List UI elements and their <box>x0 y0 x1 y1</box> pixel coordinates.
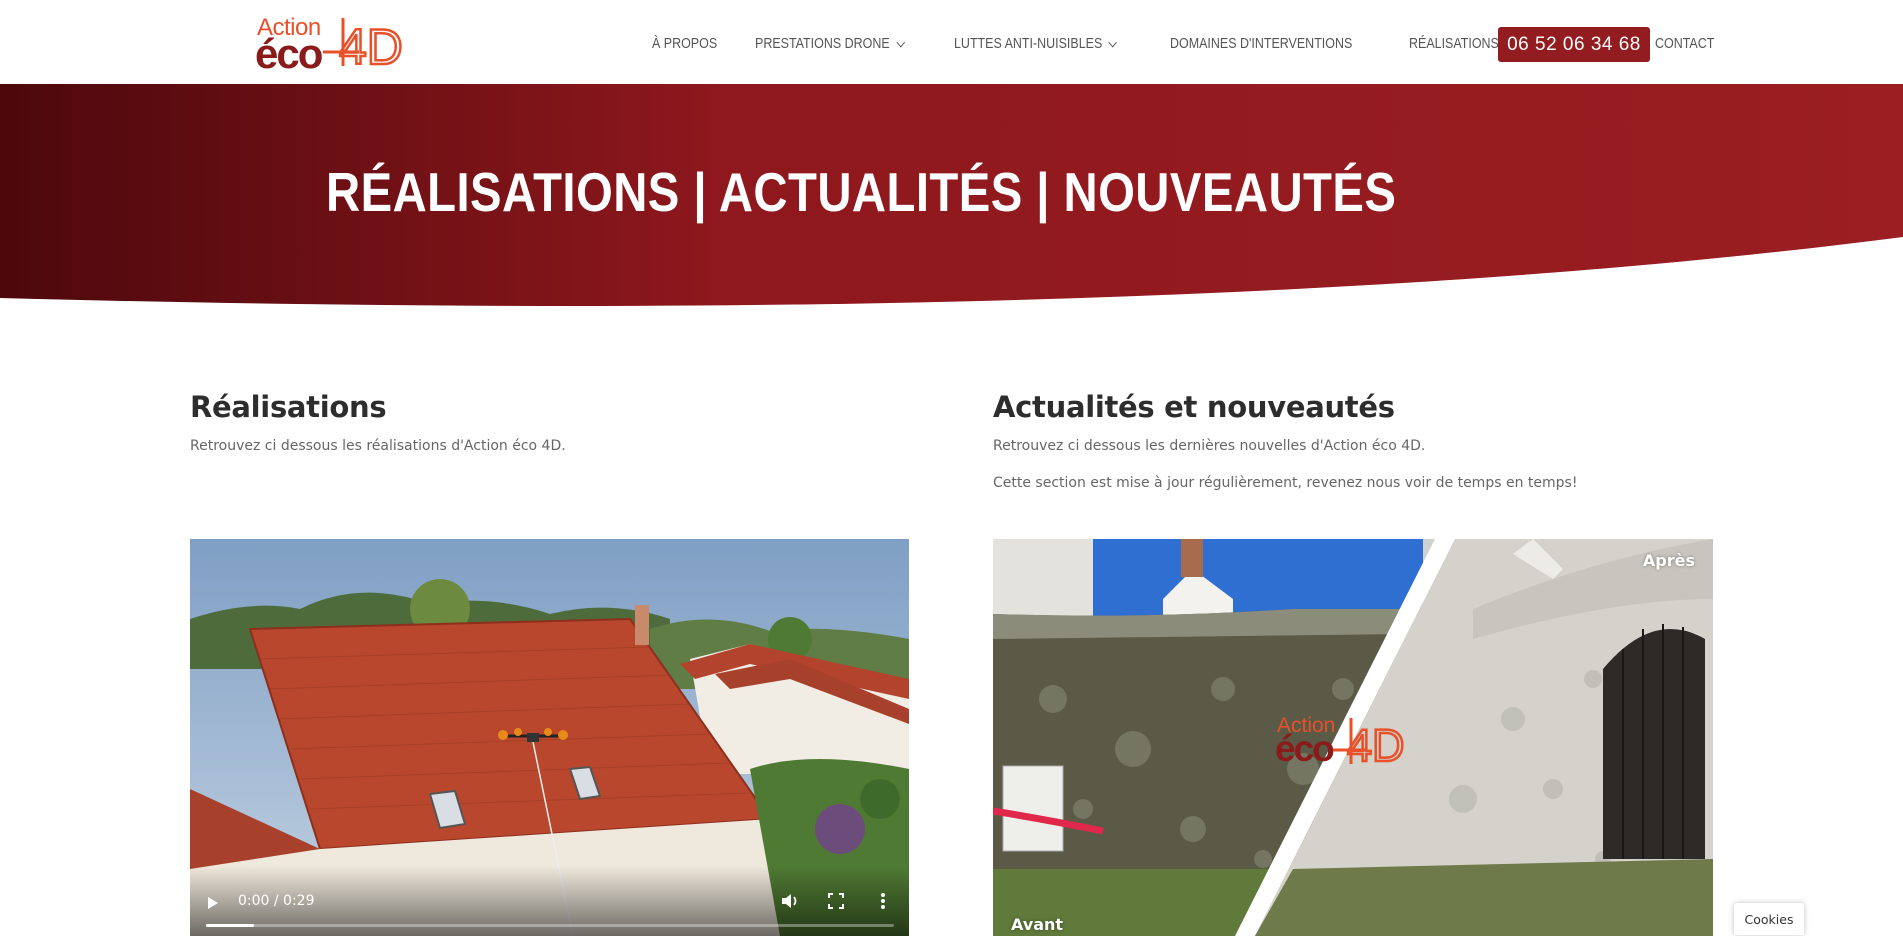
actualites-text-2: Cette section est mise à jour régulièrem… <box>993 475 1578 491</box>
nav-label: Domaines d'interventions <box>1169 36 1353 52</box>
play-icon[interactable] <box>208 897 218 909</box>
cookies-button[interactable]: Cookies <box>1734 903 1804 935</box>
nav-a-propos[interactable]: À propos <box>652 36 717 52</box>
actualites-heading: Actualités et nouveautés <box>993 390 1395 424</box>
nav-label: À propos <box>652 36 718 52</box>
site-logo[interactable]: Action éco 4D <box>255 12 405 77</box>
chevron-down-icon <box>895 37 905 47</box>
watermark-4d-mark: 4D <box>1333 718 1406 768</box>
site-header: Action éco 4D À propos Prestations drone… <box>0 0 1903 84</box>
watermark-mark: 4D <box>1347 720 1405 768</box>
more-options-icon[interactable] <box>880 892 886 910</box>
volume-icon[interactable] <box>780 892 800 910</box>
actualites-text-1: Retrouvez ci dessous les dernières nouve… <box>993 438 1426 454</box>
hero-banner: RÉALISATIONS | ACTUALITÉS | NOUVEAUTÉS <box>0 84 1903 314</box>
after-label: Après <box>1642 551 1695 570</box>
nav-domaines-interventions[interactable]: Domaines d'interventions <box>1170 36 1352 52</box>
nav-prestations-drone[interactable]: Prestations drone <box>754 36 905 52</box>
nav-label: Prestations drone <box>754 36 890 52</box>
realisations-text: Retrouvez ci dessous les réalisations d'… <box>190 438 566 454</box>
before-label: Avant <box>1011 915 1064 934</box>
phone-button[interactable]: 06 52 06 34 68 <box>1498 27 1650 62</box>
video-progress-fill <box>206 924 255 927</box>
realisation-video[interactable]: 0:00 / 0:29 <box>190 539 909 936</box>
watermark-line2: éco <box>1275 728 1335 769</box>
video-time: 0:00 / 0:29 <box>238 893 315 909</box>
logo-4d-mark: 4D <box>323 18 404 72</box>
logo-line2: éco <box>255 30 323 77</box>
actualites-section: Actualités et nouveautés Retrouvez ci de… <box>993 390 1713 491</box>
nav-luttes-anti-nuisibles[interactable]: Luttes anti-nuisibles <box>954 36 1118 52</box>
realisations-heading: Réalisations <box>190 390 387 424</box>
before-after-image: Action éco 4D Après Avant <box>993 539 1713 936</box>
page-title: RÉALISATIONS | ACTUALITÉS | NOUVEAUTÉS <box>326 161 1397 223</box>
realisations-section: Réalisations Retrouvez ci dessous les ré… <box>190 390 910 454</box>
nav-label: Contact <box>1655 36 1715 52</box>
fullscreen-icon[interactable] <box>828 893 844 909</box>
video-controls: 0:00 / 0:29 <box>190 866 909 936</box>
video-progress-track[interactable] <box>206 924 894 927</box>
logo-mark: 4D <box>339 19 403 72</box>
nav-contact[interactable]: Contact <box>1655 36 1714 52</box>
nav-label: Luttes anti-nuisibles <box>954 36 1103 52</box>
chevron-down-icon <box>1109 37 1118 47</box>
